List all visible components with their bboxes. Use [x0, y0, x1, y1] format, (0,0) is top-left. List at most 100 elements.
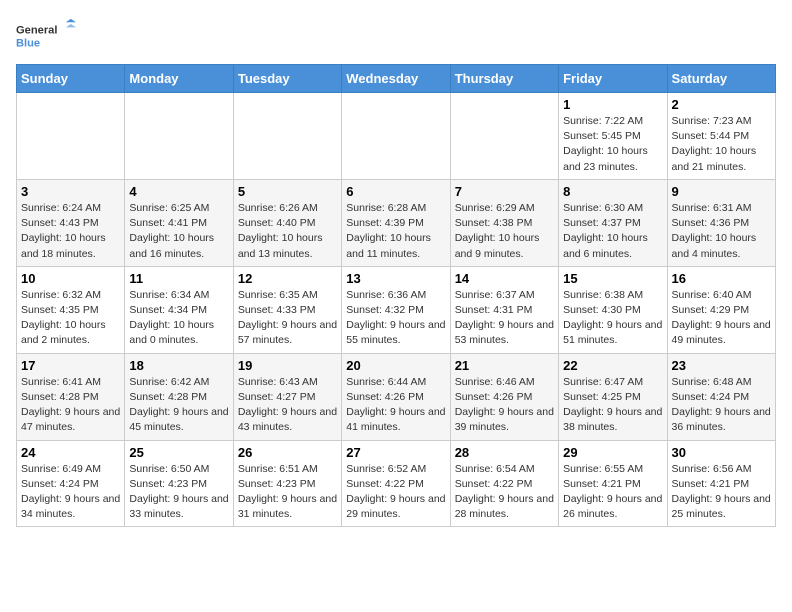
day-number: 3	[21, 184, 120, 199]
day-number: 4	[129, 184, 228, 199]
logo: General Blue	[16, 16, 76, 56]
day-number: 24	[21, 445, 120, 460]
calendar-body: 1 Sunrise: 7:22 AM Sunset: 5:45 PM Daylig…	[17, 93, 776, 527]
day-info: Sunrise: 6:37 AM Sunset: 4:31 PM Dayligh…	[455, 288, 554, 349]
day-number: 28	[455, 445, 554, 460]
calendar-cell: 10 Sunrise: 6:32 AM Sunset: 4:35 PM Dayli…	[17, 266, 125, 353]
calendar-cell: 9 Sunrise: 6:31 AM Sunset: 4:36 PM Daylig…	[667, 179, 775, 266]
calendar-cell	[17, 93, 125, 180]
calendar-cell: 12Sunrise: 6:35 AM Sunset: 4:33 PM Dayli…	[233, 266, 341, 353]
logo-svg: General Blue	[16, 16, 76, 56]
day-info: Sunrise: 6:31 AM Sunset: 4:36 PM Dayligh…	[672, 201, 771, 262]
day-number: 7	[455, 184, 554, 199]
calendar-cell: 16Sunrise: 6:40 AM Sunset: 4:29 PM Dayli…	[667, 266, 775, 353]
day-info: Sunrise: 6:36 AM Sunset: 4:32 PM Dayligh…	[346, 288, 445, 349]
weekday-header-sunday: Sunday	[17, 65, 125, 93]
day-number: 15	[563, 271, 662, 286]
day-info: Sunrise: 6:29 AM Sunset: 4:38 PM Dayligh…	[455, 201, 554, 262]
calendar-cell: 23Sunrise: 6:48 AM Sunset: 4:24 PM Dayli…	[667, 353, 775, 440]
day-info: Sunrise: 6:32 AM Sunset: 4:35 PM Dayligh…	[21, 288, 120, 349]
calendar-cell: 6Sunrise: 6:28 AM Sunset: 4:39 PM Daylig…	[342, 179, 450, 266]
day-info: Sunrise: 6:48 AM Sunset: 4:24 PM Dayligh…	[672, 375, 771, 436]
calendar-cell: 13 Sunrise: 6:36 AM Sunset: 4:32 PM Dayli…	[342, 266, 450, 353]
day-number: 6	[346, 184, 445, 199]
day-info: Sunrise: 6:34 AM Sunset: 4:34 PM Dayligh…	[129, 288, 228, 349]
calendar-cell: 25Sunrise: 6:50 AM Sunset: 4:23 PM Dayli…	[125, 440, 233, 527]
day-info: Sunrise: 6:46 AM Sunset: 4:26 PM Dayligh…	[455, 375, 554, 436]
calendar-cell: 18 Sunrise: 6:42 AM Sunset: 4:28 PM Dayli…	[125, 353, 233, 440]
day-info: Sunrise: 6:54 AM Sunset: 4:22 PM Dayligh…	[455, 462, 554, 523]
day-info: Sunrise: 6:25 AM Sunset: 4:41 PM Dayligh…	[129, 201, 228, 262]
calendar-cell: 24 Sunrise: 6:49 AM Sunset: 4:24 PM Dayli…	[17, 440, 125, 527]
day-info: Sunrise: 7:23 AM Sunset: 5:44 PM Dayligh…	[672, 114, 771, 175]
calendar-cell: 30 Sunrise: 6:56 AM Sunset: 4:21 PM Dayli…	[667, 440, 775, 527]
calendar-cell: 26 Sunrise: 6:51 AM Sunset: 4:23 PM Dayli…	[233, 440, 341, 527]
day-number: 16	[672, 271, 771, 286]
day-info: Sunrise: 6:55 AM Sunset: 4:21 PM Dayligh…	[563, 462, 662, 523]
day-info: Sunrise: 6:44 AM Sunset: 4:26 PM Dayligh…	[346, 375, 445, 436]
calendar-cell: 14 Sunrise: 6:37 AM Sunset: 4:31 PM Dayli…	[450, 266, 558, 353]
day-info: Sunrise: 6:38 AM Sunset: 4:30 PM Dayligh…	[563, 288, 662, 349]
weekday-header-tuesday: Tuesday	[233, 65, 341, 93]
day-number: 20	[346, 358, 445, 373]
day-number: 18	[129, 358, 228, 373]
day-info: Sunrise: 6:51 AM Sunset: 4:23 PM Dayligh…	[238, 462, 337, 523]
day-number: 21	[455, 358, 554, 373]
day-number: 12	[238, 271, 337, 286]
day-info: Sunrise: 6:30 AM Sunset: 4:37 PM Dayligh…	[563, 201, 662, 262]
header: General Blue	[16, 16, 776, 56]
calendar-cell: 8 Sunrise: 6:30 AM Sunset: 4:37 PM Daylig…	[559, 179, 667, 266]
day-info: Sunrise: 6:42 AM Sunset: 4:28 PM Dayligh…	[129, 375, 228, 436]
calendar-cell: 17 Sunrise: 6:41 AM Sunset: 4:28 PM Dayli…	[17, 353, 125, 440]
weekday-header-row: SundayMondayTuesdayWednesdayThursdayFrid…	[17, 65, 776, 93]
day-info: Sunrise: 6:43 AM Sunset: 4:27 PM Dayligh…	[238, 375, 337, 436]
calendar-cell: 29 Sunrise: 6:55 AM Sunset: 4:21 PM Dayli…	[559, 440, 667, 527]
week-row-4: 17 Sunrise: 6:41 AM Sunset: 4:28 PM Dayli…	[17, 353, 776, 440]
calendar-cell: 11Sunrise: 6:34 AM Sunset: 4:34 PM Dayli…	[125, 266, 233, 353]
week-row-3: 10 Sunrise: 6:32 AM Sunset: 4:35 PM Dayli…	[17, 266, 776, 353]
day-info: Sunrise: 6:50 AM Sunset: 4:23 PM Dayligh…	[129, 462, 228, 523]
weekday-header-friday: Friday	[559, 65, 667, 93]
calendar-cell: 1 Sunrise: 7:22 AM Sunset: 5:45 PM Daylig…	[559, 93, 667, 180]
day-info: Sunrise: 7:22 AM Sunset: 5:45 PM Dayligh…	[563, 114, 662, 175]
calendar-cell: 22Sunrise: 6:47 AM Sunset: 4:25 PM Dayli…	[559, 353, 667, 440]
day-number: 5	[238, 184, 337, 199]
weekday-header-saturday: Saturday	[667, 65, 775, 93]
calendar-cell	[233, 93, 341, 180]
day-info: Sunrise: 6:52 AM Sunset: 4:22 PM Dayligh…	[346, 462, 445, 523]
day-number: 8	[563, 184, 662, 199]
calendar-table: SundayMondayTuesdayWednesdayThursdayFrid…	[16, 64, 776, 527]
calendar-cell: 19 Sunrise: 6:43 AM Sunset: 4:27 PM Dayli…	[233, 353, 341, 440]
calendar-cell: 28 Sunrise: 6:54 AM Sunset: 4:22 PM Dayli…	[450, 440, 558, 527]
calendar-cell: 5 Sunrise: 6:26 AM Sunset: 4:40 PM Daylig…	[233, 179, 341, 266]
day-info: Sunrise: 6:26 AM Sunset: 4:40 PM Dayligh…	[238, 201, 337, 262]
day-number: 14	[455, 271, 554, 286]
day-number: 1	[563, 97, 662, 112]
day-number: 26	[238, 445, 337, 460]
day-number: 30	[672, 445, 771, 460]
day-number: 29	[563, 445, 662, 460]
calendar-cell: 20 Sunrise: 6:44 AM Sunset: 4:26 PM Dayli…	[342, 353, 450, 440]
week-row-2: 3 Sunrise: 6:24 AM Sunset: 4:43 PM Daylig…	[17, 179, 776, 266]
day-number: 13	[346, 271, 445, 286]
calendar-cell: 21 Sunrise: 6:46 AM Sunset: 4:26 PM Dayli…	[450, 353, 558, 440]
day-info: Sunrise: 6:24 AM Sunset: 4:43 PM Dayligh…	[21, 201, 120, 262]
calendar-cell	[125, 93, 233, 180]
svg-text:General: General	[16, 24, 57, 36]
day-info: Sunrise: 6:49 AM Sunset: 4:24 PM Dayligh…	[21, 462, 120, 523]
day-info: Sunrise: 6:56 AM Sunset: 4:21 PM Dayligh…	[672, 462, 771, 523]
weekday-header-wednesday: Wednesday	[342, 65, 450, 93]
calendar-header: SundayMondayTuesdayWednesdayThursdayFrid…	[17, 65, 776, 93]
calendar-cell: 15 Sunrise: 6:38 AM Sunset: 4:30 PM Dayli…	[559, 266, 667, 353]
calendar-cell	[342, 93, 450, 180]
day-number: 17	[21, 358, 120, 373]
week-row-1: 1 Sunrise: 7:22 AM Sunset: 5:45 PM Daylig…	[17, 93, 776, 180]
calendar-cell: 3 Sunrise: 6:24 AM Sunset: 4:43 PM Daylig…	[17, 179, 125, 266]
day-info: Sunrise: 6:41 AM Sunset: 4:28 PM Dayligh…	[21, 375, 120, 436]
day-number: 10	[21, 271, 120, 286]
day-number: 27	[346, 445, 445, 460]
calendar-cell: 4 Sunrise: 6:25 AM Sunset: 4:41 PM Daylig…	[125, 179, 233, 266]
calendar-cell: 2Sunrise: 7:23 AM Sunset: 5:44 PM Daylig…	[667, 93, 775, 180]
day-number: 9	[672, 184, 771, 199]
day-number: 19	[238, 358, 337, 373]
